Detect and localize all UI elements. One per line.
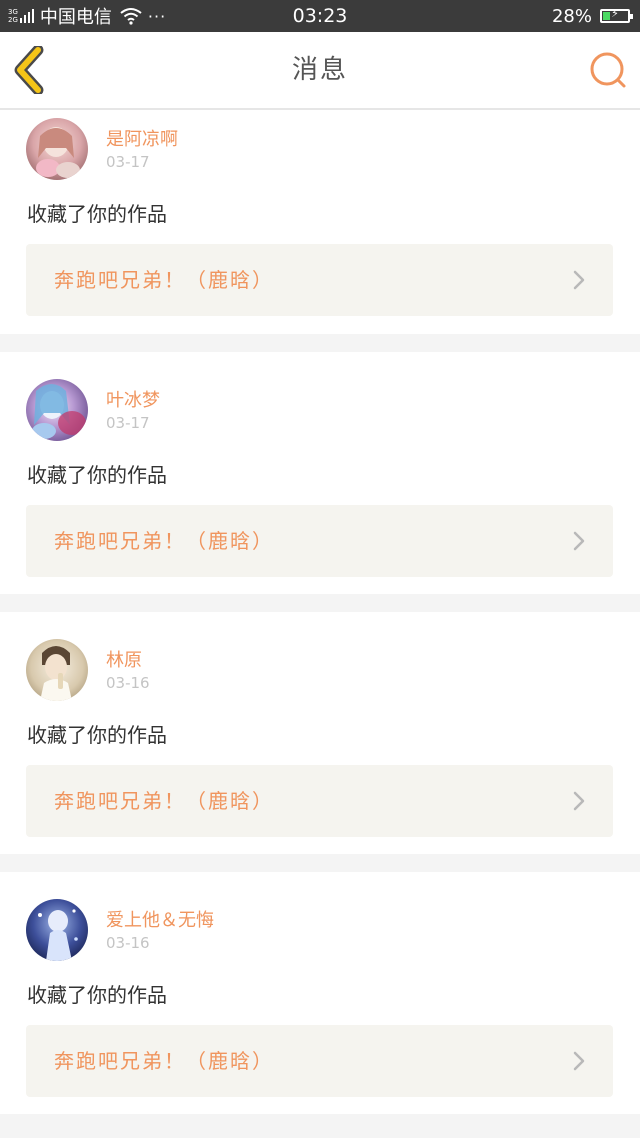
message-date: 03-16 — [106, 934, 150, 952]
message-action-text: 收藏了你的作品 — [27, 983, 167, 1007]
search-button[interactable] — [588, 50, 628, 90]
avatar-image — [26, 639, 88, 701]
chevron-right-icon — [573, 270, 585, 290]
avatar-image — [26, 899, 88, 961]
work-link[interactable]: 奔跑吧兄弟！（鹿晗） — [26, 765, 613, 837]
avatar[interactable] — [26, 118, 88, 180]
nav-bar: 消息 — [0, 32, 640, 110]
search-icon — [590, 52, 626, 88]
work-link[interactable]: 奔跑吧兄弟！（鹿晗） — [26, 1025, 613, 1097]
message-card: 叶冰梦 03-17 收藏了你的作品 奔跑吧兄弟！（鹿晗） — [0, 352, 640, 594]
message-date: 03-16 — [106, 674, 150, 692]
message-date: 03-17 — [106, 414, 150, 432]
status-bar: 3G 2G 中国电信 ··· 03:23 28% ⚡ — [0, 0, 640, 32]
work-link[interactable]: 奔跑吧兄弟！（鹿晗） — [26, 505, 613, 577]
message-action-text: 收藏了你的作品 — [27, 723, 167, 747]
message-card: 林原 03-16 收藏了你的作品 奔跑吧兄弟！（鹿晗） — [0, 612, 640, 854]
message-date: 03-17 — [106, 153, 150, 171]
chevron-right-icon — [573, 531, 585, 551]
message-list: 是阿凉啊 03-17 收藏了你的作品 奔跑吧兄弟！（鹿晗） 叶冰梦 03-17 … — [0, 110, 640, 1132]
page-title: 消息 — [291, 55, 348, 85]
work-title: 奔跑吧兄弟！（鹿晗） — [54, 268, 274, 292]
battery-percent: 28% — [551, 5, 592, 27]
battery-icon: ⚡ — [600, 7, 633, 23]
message-action-text: 收藏了你的作品 — [27, 463, 167, 487]
status-right: 28% ⚡ — [551, 0, 633, 32]
avatar[interactable] — [26, 379, 88, 441]
username-link[interactable]: 叶冰梦 — [106, 386, 160, 412]
chevron-right-icon — [573, 1051, 585, 1071]
username-link[interactable]: 爱上他＆无悔 — [106, 906, 214, 932]
avatar-image — [26, 379, 88, 441]
chevron-right-icon — [573, 791, 585, 811]
avatar[interactable] — [26, 899, 88, 961]
message-card: 是阿凉啊 03-17 收藏了你的作品 奔跑吧兄弟！（鹿晗） — [0, 110, 640, 334]
username-link[interactable]: 林原 — [106, 646, 142, 672]
message-action-text: 收藏了你的作品 — [27, 202, 167, 226]
avatar[interactable] — [26, 639, 88, 701]
work-title: 奔跑吧兄弟！（鹿晗） — [54, 789, 274, 813]
username-link[interactable]: 是阿凉啊 — [106, 125, 178, 151]
message-card: 爱上他＆无悔 03-16 收藏了你的作品 奔跑吧兄弟！（鹿晗） — [0, 872, 640, 1114]
work-title: 奔跑吧兄弟！（鹿晗） — [54, 1049, 274, 1073]
status-time: 03:23 — [292, 5, 348, 27]
work-title: 奔跑吧兄弟！（鹿晗） — [54, 529, 274, 553]
charging-icon: ⚡ — [611, 7, 619, 20]
avatar-image — [26, 118, 88, 180]
work-link[interactable]: 奔跑吧兄弟！（鹿晗） — [26, 244, 613, 316]
